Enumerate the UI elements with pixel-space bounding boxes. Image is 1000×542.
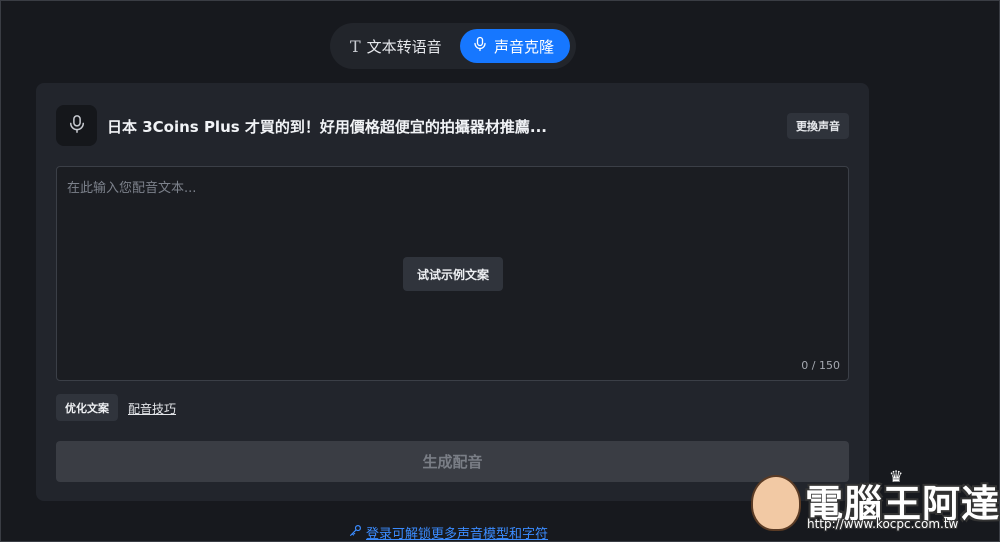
voice-avatar[interactable] bbox=[56, 105, 97, 146]
generate-audio-button[interactable]: 生成配音 bbox=[56, 441, 849, 482]
mode-toggle: T 文本转语音 声音克隆 bbox=[330, 23, 576, 69]
site-watermark: ♛ 電腦王阿達 http://www.kocpc.com.tw bbox=[749, 467, 999, 539]
dubbing-tips-link[interactable]: 配音技巧 bbox=[128, 400, 176, 417]
microphone-icon bbox=[67, 114, 87, 138]
character-count: 0 / 150 bbox=[801, 359, 840, 372]
tab-voice-clone-label: 声音克隆 bbox=[493, 37, 554, 56]
optimize-text-button[interactable]: 优化文案 bbox=[56, 394, 118, 421]
microphone-icon bbox=[472, 36, 488, 56]
tab-text-to-speech[interactable]: T 文本转语音 bbox=[346, 29, 446, 63]
change-voice-button[interactable]: 更換声音 bbox=[787, 113, 849, 139]
voice-clone-card: 日本 3Coins Plus 才買的到！好用價格超便宜的拍攝器材推薦... 更換… bbox=[36, 83, 869, 501]
key-icon bbox=[349, 524, 362, 541]
try-sample-button[interactable]: 试试示例文案 bbox=[403, 257, 503, 291]
login-unlock-text: 登录可解锁更多声音模型和字符 bbox=[366, 527, 549, 542]
voice-title: 日本 3Coins Plus 才買的到！好用價格超便宜的拍攝器材推薦... bbox=[107, 118, 548, 136]
tab-voice-clone[interactable]: 声音克隆 bbox=[460, 29, 570, 63]
mascot-face-icon bbox=[751, 475, 801, 531]
watermark-url: http://www.kocpc.com.tw bbox=[807, 517, 959, 531]
text-icon: T bbox=[350, 36, 361, 56]
tab-text-to-speech-label: 文本转语音 bbox=[366, 37, 442, 56]
login-unlock-link[interactable]: 登录可解锁更多声音模型和字符 bbox=[349, 523, 548, 542]
page: T 文本转语音 声音克隆 日本 3Coins Plus 才買的到！好用價格超便宜… bbox=[0, 0, 1000, 542]
script-editor: 试试示例文案 0 / 150 bbox=[56, 166, 849, 381]
